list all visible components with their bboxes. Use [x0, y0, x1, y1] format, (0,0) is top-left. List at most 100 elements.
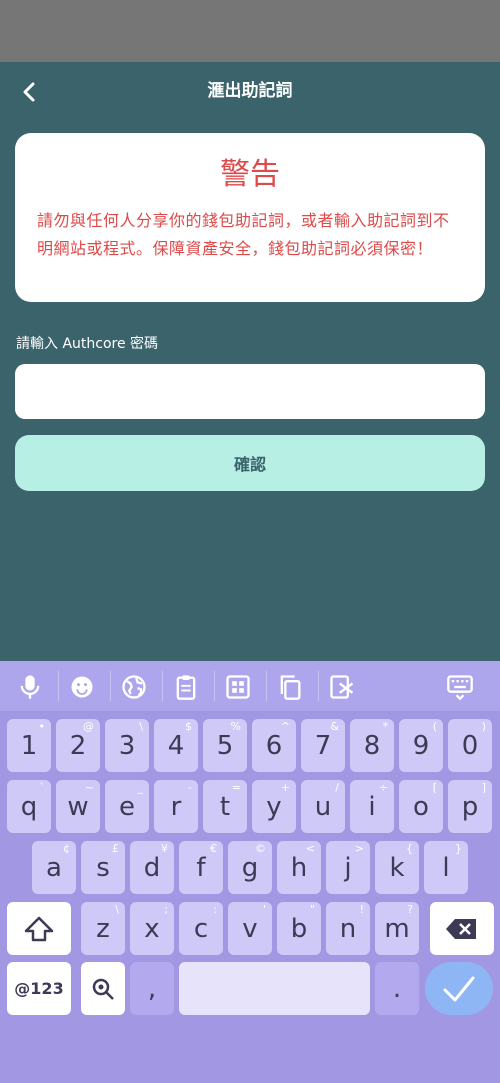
back-button[interactable]: [12, 74, 48, 110]
key-h[interactable]: h <: [277, 841, 321, 894]
key-s[interactable]: s £: [81, 841, 125, 894]
warning-title: 警告: [220, 157, 280, 192]
keyboard-hide-button[interactable]: [440, 667, 480, 707]
key-label: j: [344, 852, 352, 883]
key-hint: /: [335, 781, 339, 794]
chevron-left-icon: [23, 82, 35, 102]
key-hint: `: [39, 781, 46, 794]
key-z[interactable]: z \: [81, 902, 125, 955]
key-label: u: [314, 791, 332, 822]
key-hint: •: [38, 720, 46, 733]
password-field[interactable]: [15, 364, 485, 419]
key-t[interactable]: t =: [203, 780, 247, 833]
key-f[interactable]: f €: [179, 841, 223, 894]
key-8[interactable]: 8 *: [350, 719, 394, 772]
key-i[interactable]: i ÷: [350, 780, 394, 833]
key-0[interactable]: 0): [448, 719, 492, 772]
key-l[interactable]: l}: [424, 841, 468, 894]
key-c[interactable]: c:: [179, 902, 223, 955]
key-hint: ?: [407, 903, 413, 916]
key-4[interactable]: 4 $: [154, 719, 198, 772]
key-hint: [: [432, 781, 437, 794]
emoji-button[interactable]: [62, 667, 102, 707]
key-hint: @: [83, 720, 94, 733]
key-6[interactable]: 6 ^: [252, 719, 296, 772]
confirm-button[interactable]: 確認: [15, 435, 485, 491]
symbols-key[interactable]: @123: [7, 962, 71, 1015]
password-label: 請輸入 Authcore 密碼: [16, 336, 159, 352]
key-q[interactable]: q `: [7, 780, 51, 833]
key-hint: <: [305, 842, 315, 855]
comma-key[interactable]: ,: [130, 962, 174, 1015]
key-label: 3: [118, 730, 136, 761]
key-hint: !: [359, 903, 364, 916]
key-hint: :: [213, 903, 217, 916]
key-n[interactable]: n!: [326, 902, 370, 955]
key-label: l: [442, 852, 450, 883]
key-r[interactable]: r-: [154, 780, 198, 833]
key-p[interactable]: p]: [448, 780, 492, 833]
key-label: k: [389, 852, 405, 883]
key-label: v: [242, 913, 258, 944]
key-label: y: [266, 791, 282, 822]
key-v[interactable]: v ': [228, 902, 272, 955]
key-label: 2: [69, 730, 87, 761]
shift-key[interactable]: [7, 902, 71, 955]
key-x[interactable]: x;: [130, 902, 174, 955]
backspace-icon: [446, 918, 476, 939]
copy-button[interactable]: [270, 667, 310, 707]
space-key[interactable]: [179, 962, 370, 1015]
backspace-key[interactable]: [430, 902, 494, 955]
key-hint: €: [210, 842, 217, 855]
key-label: .: [392, 973, 402, 1004]
key-hint: ÷: [378, 781, 388, 794]
key-b[interactable]: b ": [277, 902, 321, 955]
key-j[interactable]: j >: [326, 841, 370, 894]
key-hint: ]: [481, 781, 486, 794]
key-label: p: [461, 791, 479, 822]
key-hint: }: [455, 842, 462, 855]
key-label: 5: [216, 730, 234, 761]
globe-button[interactable]: [114, 667, 154, 707]
at-sign-key[interactable]: [81, 962, 125, 1015]
clipboard-button[interactable]: [166, 667, 206, 707]
key-o[interactable]: o[: [399, 780, 443, 833]
at-search-icon: [92, 978, 114, 1000]
key-hint: ¥: [161, 842, 168, 855]
keyboard-toolbar: [0, 661, 500, 711]
key-w[interactable]: w ~: [56, 780, 100, 833]
key-k[interactable]: k{: [375, 841, 419, 894]
key-9[interactable]: 9(: [399, 719, 443, 772]
period-key[interactable]: .: [375, 962, 419, 1015]
key-e[interactable]: e _: [105, 780, 149, 833]
key-label: 9: [412, 730, 430, 761]
shift-icon: [24, 916, 54, 941]
cut-icon: [330, 675, 354, 699]
key-5[interactable]: 5%: [203, 719, 247, 772]
microphone-icon: [20, 675, 40, 699]
key-a[interactable]: a ¢: [32, 841, 76, 894]
cut-button[interactable]: [322, 667, 362, 707]
key-y[interactable]: y +: [252, 780, 296, 833]
key-label: n: [339, 913, 357, 944]
key-hint: ": [309, 903, 315, 916]
microphone-button[interactable]: [10, 667, 50, 707]
grid-button[interactable]: [218, 667, 258, 707]
toolbar-divider: [162, 671, 163, 701]
key-label: s: [96, 852, 110, 883]
page-title: 滙出助記詞: [207, 81, 293, 101]
done-key[interactable]: [425, 962, 493, 1015]
key-1[interactable]: 1 •: [7, 719, 51, 772]
key-2[interactable]: 2 @: [56, 719, 100, 772]
keyboard-hide-icon: [447, 675, 473, 701]
key-g[interactable]: g ©: [228, 841, 272, 894]
status-bar: [0, 0, 500, 62]
key-u[interactable]: u /: [301, 780, 345, 833]
key-hint: =: [231, 781, 241, 794]
key-m[interactable]: m?: [375, 902, 419, 955]
key-3[interactable]: 3 \: [105, 719, 149, 772]
key-hint: -: [188, 781, 192, 794]
key-hint: \: [115, 903, 119, 916]
key-7[interactable]: 7 &: [301, 719, 345, 772]
key-d[interactable]: d ¥: [130, 841, 174, 894]
